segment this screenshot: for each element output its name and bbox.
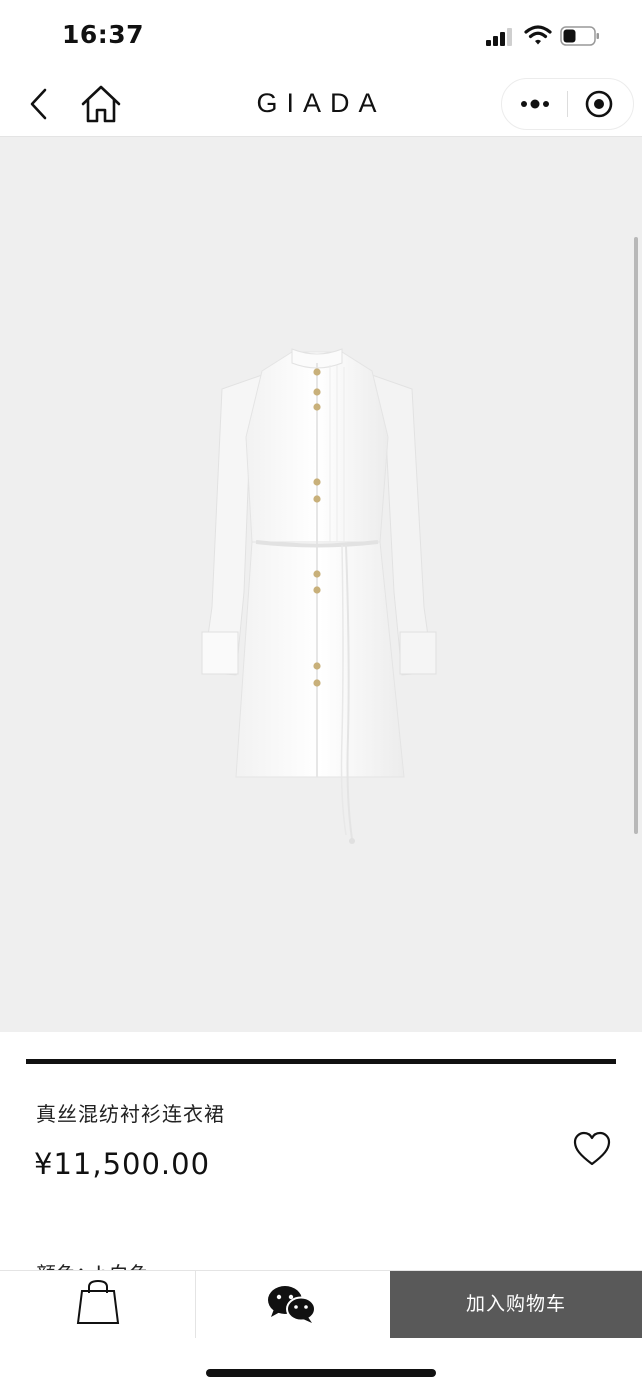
- heart-icon[interactable]: [572, 1130, 612, 1168]
- scroll-indicator[interactable]: [634, 237, 638, 834]
- dress-illustration: [201, 348, 437, 844]
- bottom-action-bar: 加入购物车: [0, 1270, 642, 1338]
- status-bar: 16:37: [0, 0, 642, 72]
- battery-icon: [560, 26, 599, 46]
- product-name: 真丝混纺衬衫连衣裙: [36, 1102, 225, 1126]
- product-image[interactable]: [0, 137, 642, 1032]
- add-to-cart-button[interactable]: 加入购物车: [390, 1271, 642, 1338]
- close-target-icon[interactable]: [568, 79, 633, 129]
- wechat-icon: [268, 1286, 316, 1323]
- signal-icon: [486, 28, 516, 46]
- status-time: 16:37: [62, 20, 145, 49]
- shopping-bag-icon: [76, 1279, 120, 1324]
- customer-service-button[interactable]: [196, 1271, 390, 1338]
- more-dots-icon[interactable]: [502, 79, 567, 129]
- wifi-icon: [524, 25, 552, 45]
- bag-button[interactable]: [0, 1271, 196, 1338]
- product-price: ¥11,500.00: [34, 1147, 211, 1181]
- gallery-progress-bar: [26, 1059, 616, 1064]
- home-indicator: [206, 1369, 436, 1377]
- mini-program-capsule: [501, 78, 634, 130]
- nav-bar: GIADA: [0, 72, 642, 137]
